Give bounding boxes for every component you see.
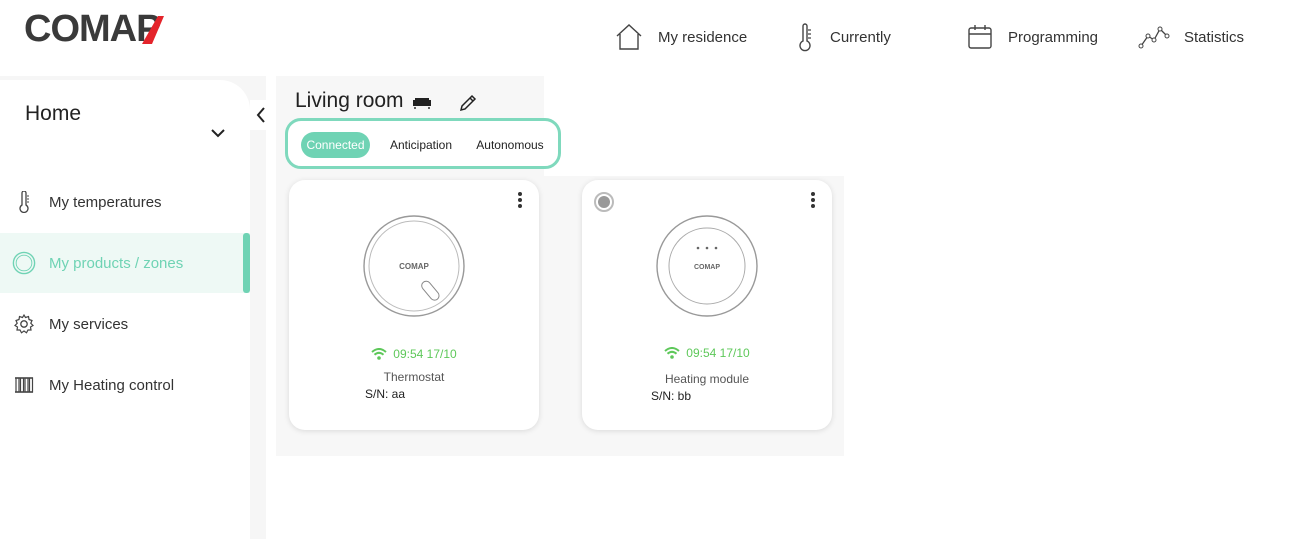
more-options-icon[interactable] <box>808 192 818 210</box>
wifi-icon <box>371 348 387 360</box>
serial-number: S/N: bb <box>651 389 692 403</box>
sidebar: Home My temperatures My products / zones… <box>0 80 250 539</box>
sidebar-item-label: My products / zones <box>49 254 184 272</box>
room-name: Living room <box>295 89 404 112</box>
sofa-icon <box>412 98 431 109</box>
connection-status: 09:54 17/10 <box>582 346 832 360</box>
svg-text:COMAP: COMAP <box>24 10 161 46</box>
device-select-radio[interactable] <box>594 192 614 212</box>
calendar-icon <box>968 25 992 49</box>
sidebar-item-my-heating-control[interactable]: My Heating control <box>0 355 250 415</box>
nav-label: Currently <box>830 28 891 46</box>
svg-text:COMAP: COMAP <box>399 262 429 271</box>
wifi-icon <box>664 347 680 359</box>
nav-currently[interactable]: Currently <box>794 22 891 52</box>
device-type: Heating module <box>664 372 750 386</box>
thermometer-icon <box>12 190 36 214</box>
serial-number: S/N: aa <box>365 387 406 401</box>
more-options-icon[interactable] <box>515 192 525 210</box>
nav-programming[interactable]: Programming <box>966 22 1098 52</box>
heating-module-device-image: COMAP <box>656 215 758 317</box>
nav-my-residence[interactable]: My residence <box>614 22 747 52</box>
device-type: Thermostat <box>383 370 445 384</box>
device-card-heating-module[interactable]: COMAP 09:54 17/10 Heating module S/N: bb <box>582 180 832 430</box>
sidebar-item-label: My temperatures <box>49 193 162 211</box>
chart-line-icon <box>1138 26 1170 49</box>
sidebar-item-label: My Heating control <box>49 376 175 394</box>
mode-connected-button[interactable]: Connected <box>301 132 370 158</box>
gear-icon <box>12 312 36 336</box>
thermostat-device-image: COMAP <box>363 215 465 317</box>
chevron-down-icon[interactable] <box>208 126 228 140</box>
nav-statistics[interactable]: Statistics <box>1138 22 1244 52</box>
nav-label: My residence <box>658 28 748 46</box>
mode-selector: Connected Anticipation Autonomous <box>285 118 561 169</box>
sidebar-item-my-products-zones[interactable]: My products / zones <box>0 233 250 293</box>
comap-logo[interactable]: COMAP <box>24 10 214 46</box>
zone-circle-icon <box>12 251 36 275</box>
device-card-thermostat[interactable]: COMAP 09:54 17/10 Thermostat S/N: aa <box>289 180 539 430</box>
room-title: Living room <box>295 89 432 113</box>
sidebar-item-label: My services <box>49 315 129 333</box>
sidebar-title: Home <box>25 102 82 125</box>
mode-autonomous-button[interactable]: Autonomous <box>474 132 546 158</box>
radiator-icon <box>12 373 36 397</box>
mode-anticipation-button[interactable]: Anticipation <box>384 132 458 158</box>
sidebar-item-my-services[interactable]: My services <box>0 294 250 354</box>
pencil-edit-icon[interactable] <box>458 93 478 113</box>
connection-status: 09:54 17/10 <box>289 347 539 361</box>
svg-text:COMAP: COMAP <box>694 264 720 271</box>
last-seen-time: 09:54 17/10 <box>393 347 457 361</box>
chevron-left-icon <box>256 107 265 123</box>
sidebar-item-my-temperatures[interactable]: My temperatures <box>0 172 250 232</box>
nav-label: Programming <box>1008 28 1099 46</box>
sidebar-collapse-button[interactable] <box>250 100 272 130</box>
nav-label: Statistics <box>1184 28 1245 46</box>
last-seen-time: 09:54 17/10 <box>686 346 750 360</box>
thermometer-icon <box>799 23 811 52</box>
house-icon <box>616 24 642 50</box>
top-header: COMAP My residence Currently Programming… <box>0 0 1310 76</box>
